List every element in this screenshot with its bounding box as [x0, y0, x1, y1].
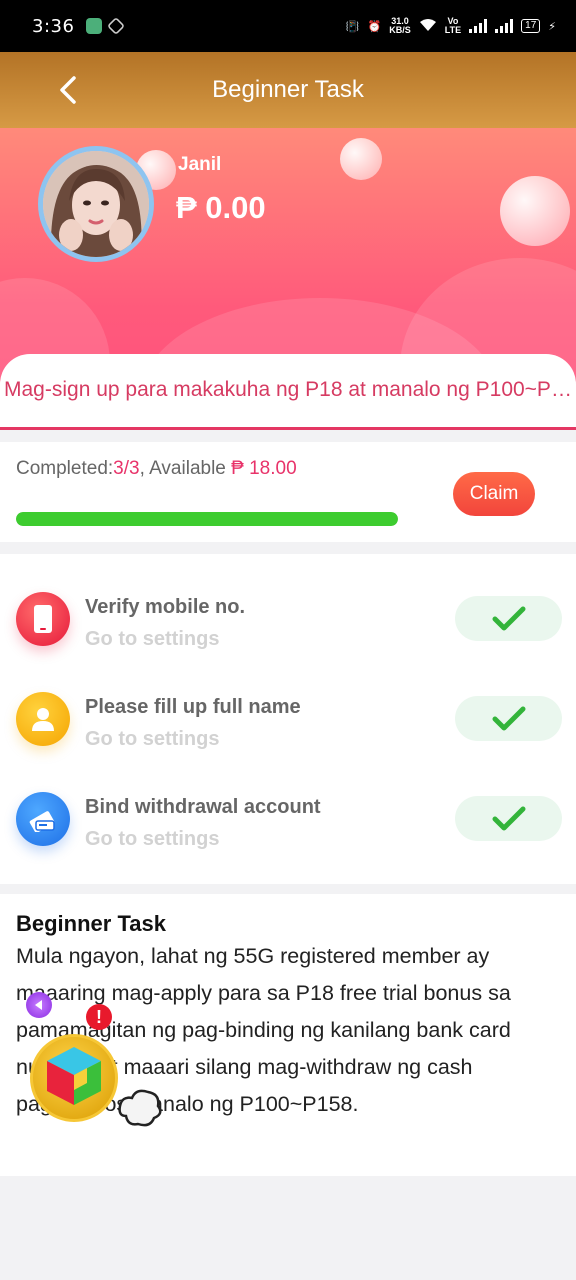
username: Janil — [178, 154, 222, 175]
task-title: Please fill up full name — [85, 696, 301, 718]
description-title: Beginner Task — [16, 911, 166, 936]
decorative-bubble — [500, 176, 570, 246]
game-cube-icon[interactable] — [30, 1034, 118, 1122]
user-icon — [16, 692, 70, 746]
available-amount: ₱ 18.00 — [231, 458, 297, 479]
charging-icon: ⚡ — [548, 20, 556, 33]
avatar-image — [43, 151, 149, 257]
checkmark-icon — [492, 806, 525, 830]
status-time: 3:36 — [32, 15, 75, 37]
balance-amount: ₱ 0.00 — [176, 190, 266, 225]
task-item-bind-account[interactable]: Bind withdrawal account Go to settings — [0, 782, 576, 862]
task-completed-badge — [455, 796, 562, 841]
status-bar: 3:36 📳 ⏰ 31.0 KB/S Vo LTE 17 ⚡ — [0, 0, 576, 52]
task-item-full-name[interactable]: Please fill up full name Go to settings — [0, 682, 576, 762]
avatar[interactable] — [38, 146, 154, 262]
volte-indicator: Vo LTE — [444, 16, 462, 35]
chevron-left-icon — [60, 76, 76, 104]
task-completed-badge — [455, 596, 562, 641]
task-item-verify-mobile[interactable]: Verify mobile no. Go to settings — [0, 582, 576, 662]
announcement-marquee: Mag-sign up para makakuha ng P18 at mana… — [0, 354, 576, 430]
page-title: Beginner Task — [212, 76, 364, 103]
signal-icon — [469, 19, 488, 33]
progress-bar — [16, 512, 398, 526]
task-list: Verify mobile no. Go to settings Please … — [0, 554, 576, 884]
checkmark-icon — [492, 706, 525, 730]
floating-game-widget[interactable]: ! — [20, 990, 170, 1140]
app-header: Beginner Task — [0, 52, 576, 128]
message-app-icon — [86, 18, 103, 34]
network-speed: 31.0 KB/S — [389, 16, 411, 35]
wifi-icon — [419, 18, 437, 35]
notification-badge: ! — [86, 1004, 112, 1030]
status-indicators: 📳 ⏰ 31.0 KB/S Vo LTE 17 ⚡ — [346, 17, 556, 35]
back-button[interactable] — [50, 72, 86, 108]
speech-bubble-icon — [116, 1086, 164, 1130]
vibrate-icon: 📳 — [345, 20, 360, 33]
decorative-bubble — [340, 138, 382, 180]
go-to-settings-link[interactable]: Go to settings — [85, 728, 219, 751]
progress-bar-fill — [16, 512, 398, 526]
completion-summary: Completed:3/3, Available ₱ 18.00 — [16, 458, 297, 479]
task-title: Bind withdrawal account — [85, 796, 321, 818]
app-notification-icon — [107, 16, 126, 36]
mobile-phone-icon — [16, 592, 70, 646]
go-to-settings-link[interactable]: Go to settings — [85, 828, 219, 851]
signal-2-icon — [495, 19, 514, 33]
go-to-settings-link[interactable]: Go to settings — [85, 628, 219, 651]
bank-card-icon — [16, 792, 70, 846]
task-progress-card: Completed:3/3, Available ₱ 18.00 Claim — [0, 442, 576, 542]
collapse-arrow-icon[interactable] — [26, 992, 52, 1018]
claim-button[interactable]: Claim — [453, 472, 535, 516]
task-title: Verify mobile no. — [85, 596, 246, 618]
announcement-text: Mag-sign up para makakuha ng P18 at mana… — [4, 378, 574, 401]
battery-icon: 17 — [521, 19, 541, 33]
completed-count: 3/3 — [113, 458, 140, 479]
checkmark-icon — [492, 606, 525, 630]
task-completed-badge — [455, 696, 562, 741]
alarm-icon: ⏰ — [367, 20, 382, 33]
